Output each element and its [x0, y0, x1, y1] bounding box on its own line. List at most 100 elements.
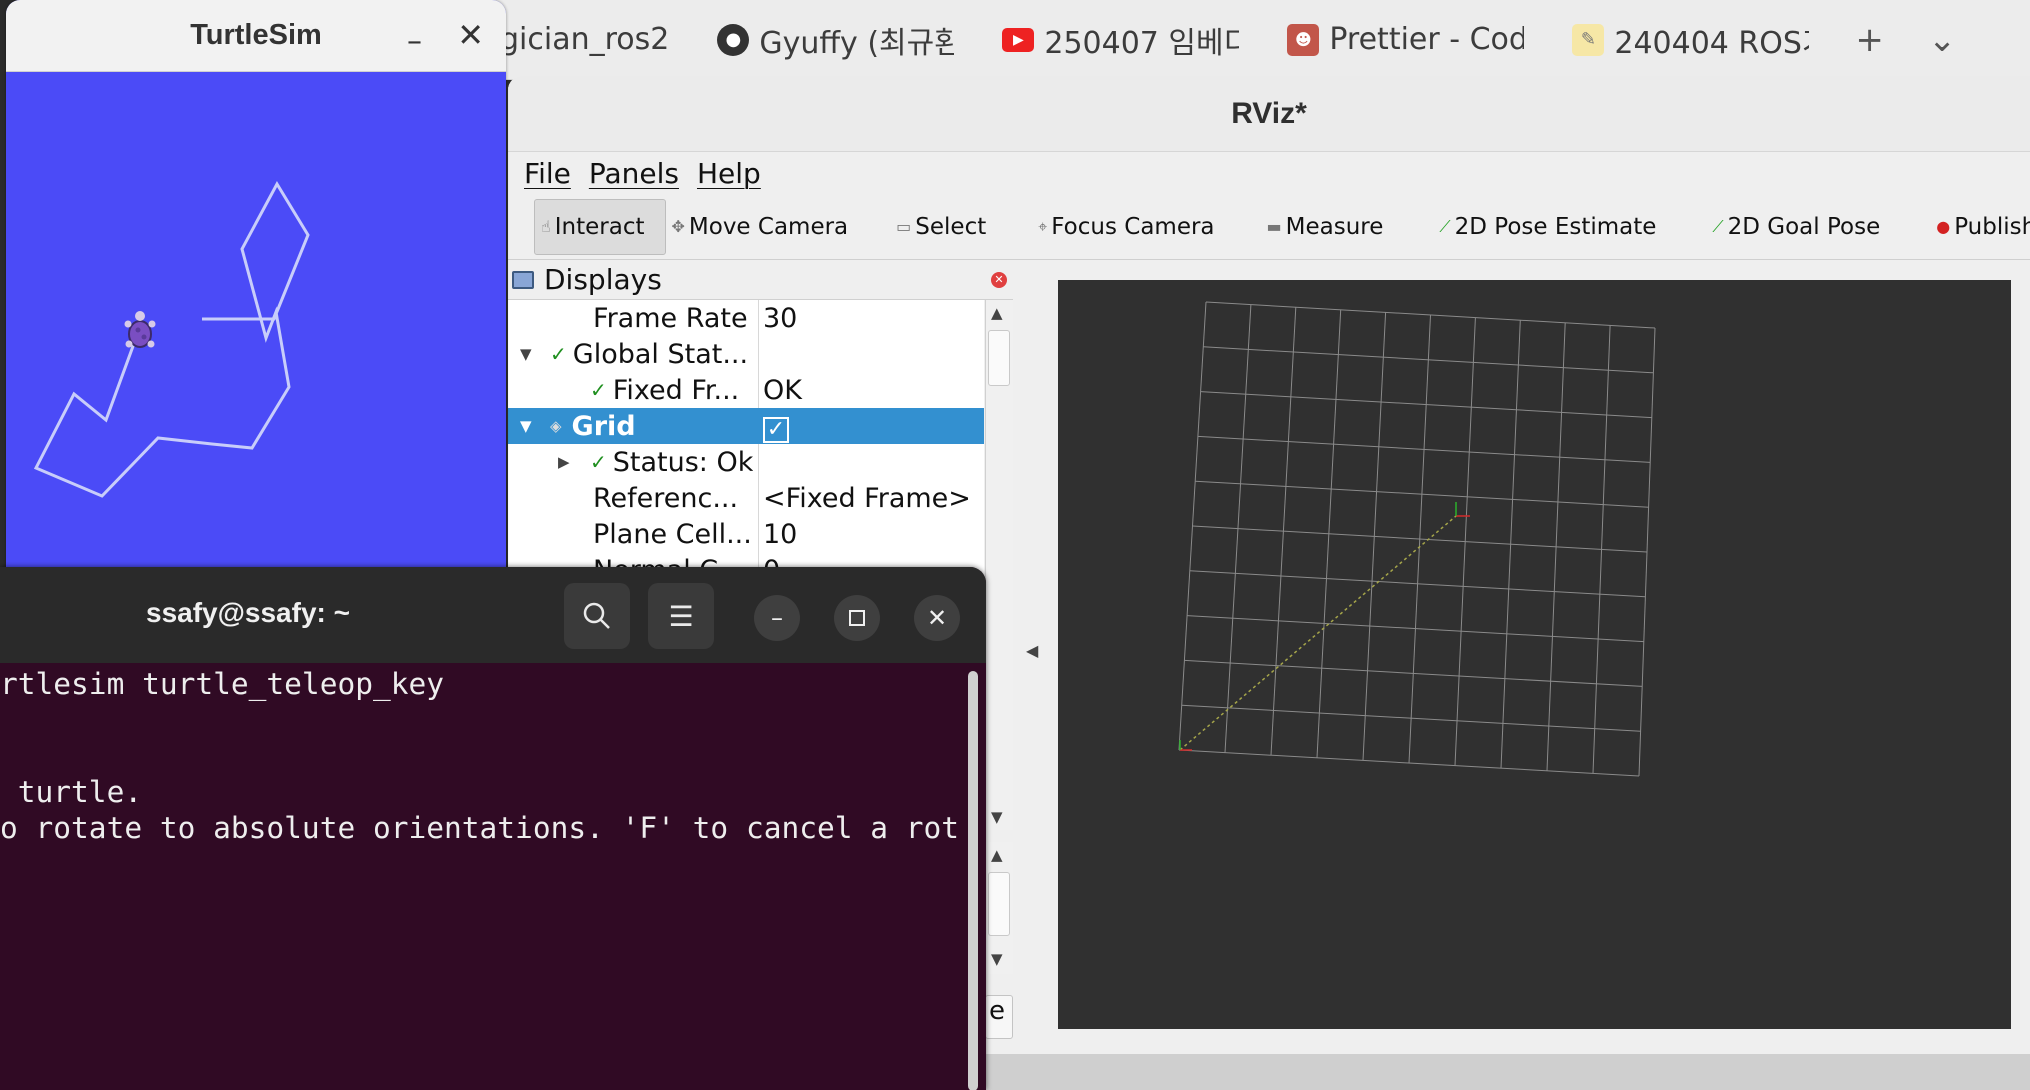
property-value[interactable]: 30: [763, 303, 797, 334]
menu-panels[interactable]: Panels: [589, 157, 679, 190]
chevron-down-icon[interactable]: ▼: [520, 417, 532, 435]
browser-tab-strip: gician_ros2 ● Gyuffy (최규환) ▶ 250407 임베디 …: [480, 0, 2030, 80]
displays-tree-scrollbar[interactable]: ▲ ▼: [985, 300, 1013, 830]
scroll-down-icon[interactable]: ▼: [991, 808, 1003, 826]
tree-row-frame-rate[interactable]: Frame Rate 30: [508, 300, 984, 336]
window-title: TurtleSim: [190, 19, 322, 51]
tool-interact[interactable]: ☝ Interact: [534, 198, 666, 255]
tool-focus-camera[interactable]: ⌖ Focus Camera: [1006, 199, 1234, 255]
tree-row-global-status[interactable]: ▼ ✓ Global Stat...: [508, 336, 984, 372]
menu-help[interactable]: Help: [697, 157, 761, 190]
github-icon: ●: [717, 23, 750, 56]
tool-label: 2D Pose Estimate: [1454, 213, 1657, 240]
property-name: Status: Ok: [612, 446, 754, 478]
new-tab-button[interactable]: +: [1833, 20, 1906, 60]
goal-pose-icon: ⟋: [1712, 216, 1724, 236]
window-title: ssafy@ssafy: ~: [146, 597, 350, 628]
terminal-headerbar[interactable]: ssafy@ssafy: ~ ☰ – ✕: [0, 567, 986, 663]
tool-label: Select: [915, 213, 987, 240]
monitor-icon: [512, 270, 534, 289]
scrollbar-thumb[interactable]: [988, 330, 1010, 386]
tree-row-grid[interactable]: ▼ ◈ Grid ✓: [508, 408, 984, 444]
chevron-down-icon[interactable]: ▼: [520, 345, 532, 363]
chevron-right-icon[interactable]: ▶: [558, 453, 570, 471]
terminal-window: ssafy@ssafy: ~ ☰ – ✕ rtlesim turtle_tele…: [0, 567, 986, 1090]
browser-tab[interactable]: ✎ 240404 ROS기: [1548, 0, 1833, 79]
chevron-left-icon[interactable]: ◀: [1026, 641, 1038, 660]
terminal-line: turtle.: [0, 775, 143, 809]
close-icon[interactable]: ✕: [991, 271, 1007, 288]
terminal-output[interactable]: rtlesim turtle_teleop_key turtle. o rota…: [0, 663, 970, 1090]
tool-select[interactable]: ▭ Select: [868, 199, 1006, 255]
panel-button-partial[interactable]: e: [985, 995, 1013, 1039]
grid-enabled-checkbox[interactable]: ✓: [763, 416, 789, 443]
close-icon: ✕: [926, 604, 948, 632]
browser-tab[interactable]: ▶ 250407 임베디: [978, 0, 1263, 79]
browser-tab-label: Prettier - Code: [1329, 22, 1524, 57]
property-name: Grid: [571, 410, 636, 442]
minimize-button[interactable]: –: [407, 24, 422, 59]
check-icon: ✓: [590, 378, 607, 402]
search-button[interactable]: [564, 583, 630, 649]
focus-camera-icon: ⌖: [1038, 216, 1048, 236]
3d-render-view[interactable]: [1058, 280, 2011, 1029]
property-value[interactable]: 10: [763, 519, 797, 550]
property-name: Global Stat...: [572, 338, 749, 370]
terminal-line: rtlesim turtle_teleop_key: [0, 667, 445, 701]
menu-button[interactable]: ☰: [648, 583, 714, 649]
menu-bar: File Panels Help: [508, 152, 2030, 194]
browser-tab[interactable]: ● Gyuffy (최규환): [693, 0, 978, 79]
scroll-up-icon[interactable]: ▲: [991, 304, 1003, 322]
minimize-icon: –: [771, 604, 783, 632]
browser-tab-label: 240404 ROS기: [1614, 25, 1810, 61]
turtle-icon: [124, 311, 156, 348]
turtlesim-titlebar[interactable]: TurtleSim – ✕: [6, 0, 506, 72]
prettier-icon: ☻: [1287, 23, 1320, 56]
browser-tab[interactable]: ☻ Prettier - Code: [1263, 0, 1548, 79]
tree-row-fixed-frame[interactable]: ✓ Fixed Fr... OK: [508, 372, 984, 408]
browser-tab[interactable]: gician_ros2: [480, 0, 693, 79]
property-name: Frame Rate: [593, 302, 748, 334]
tool-2d-pose-estimate[interactable]: ⟋ 2D Pose Estimate: [1403, 199, 1676, 255]
pose-estimate-icon: ⟋: [1439, 216, 1451, 236]
property-value[interactable]: <Fixed Frame>: [763, 483, 971, 514]
scrollbar-thumb[interactable]: [988, 872, 1010, 936]
tool-move-camera[interactable]: ✥ Move Camera: [666, 199, 869, 255]
tool-publish-point[interactable]: ● Publish: [1900, 199, 2030, 255]
browser-tab-label: 250407 임베디: [1044, 25, 1240, 61]
close-button[interactable]: ✕: [914, 595, 960, 641]
displays-title: Displays: [544, 263, 662, 296]
tree-row-status-ok[interactable]: ▶ ✓ Status: Ok: [508, 444, 984, 480]
rviz-titlebar[interactable]: RViz*: [508, 76, 2030, 152]
tool-label: 2D Goal Pose: [1727, 213, 1881, 240]
browser-tab-label: gician_ros2: [500, 22, 670, 57]
note-icon: ✎: [1572, 23, 1605, 56]
tool-label: Focus Camera: [1051, 213, 1215, 240]
panel-button-label: e: [989, 996, 1005, 1026]
tf-link-line: [1179, 515, 1457, 751]
scroll-up-icon[interactable]: ▲: [991, 846, 1003, 864]
scroll-down-icon[interactable]: ▼: [991, 950, 1003, 968]
search-icon: [583, 602, 610, 629]
tool-label: Measure: [1285, 213, 1384, 240]
tool-2d-goal-pose[interactable]: ⟋ 2D Goal Pose: [1676, 199, 1900, 255]
property-name: Referenc...: [593, 482, 739, 514]
property-value: OK: [763, 374, 802, 406]
browser-tab-label: Gyuffy (최규환): [759, 25, 955, 61]
tab-list-button[interactable]: ⌄: [1906, 20, 1979, 60]
minimize-button[interactable]: –: [754, 595, 800, 641]
tool-measure[interactable]: ▬ Measure: [1235, 199, 1404, 255]
terminal-scrollbar[interactable]: [968, 671, 978, 1090]
tool-label: Move Camera: [688, 213, 849, 240]
menu-file[interactable]: File: [524, 157, 571, 190]
displays-panel-header[interactable]: Displays ✕: [508, 260, 1013, 300]
tool-label: Publish: [1954, 213, 2030, 240]
tree-row-plane-cell-count[interactable]: Plane Cell... 10: [508, 516, 984, 552]
publish-point-icon: ●: [1936, 217, 1951, 236]
tree-row-reference-frame[interactable]: Referenc... <Fixed Frame>: [508, 480, 984, 516]
properties-scrollbar[interactable]: ▲ ▼: [985, 842, 1013, 974]
property-name: Fixed Fr...: [612, 374, 740, 406]
turtle-trail: [33, 180, 310, 498]
maximize-button[interactable]: [834, 595, 880, 641]
close-button[interactable]: ✕: [457, 16, 484, 54]
